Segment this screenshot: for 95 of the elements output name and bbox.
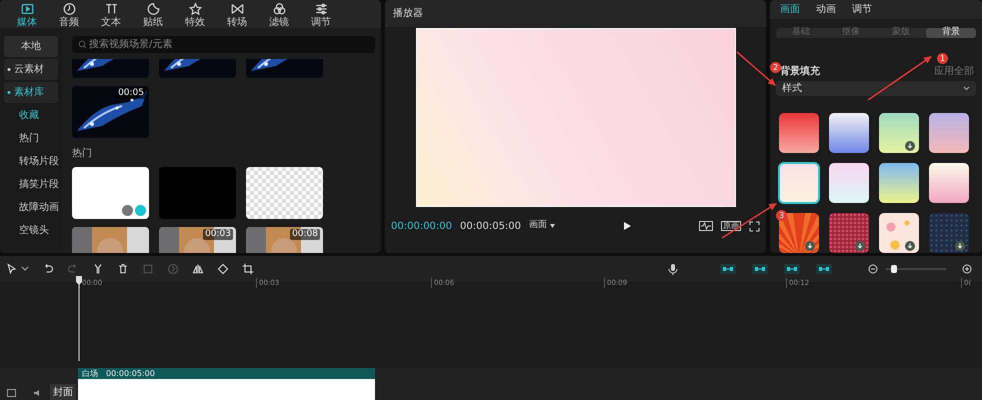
download-icon[interactable] xyxy=(905,241,915,251)
background-swatch[interactable] xyxy=(879,163,919,203)
circles-icon xyxy=(272,2,286,16)
media-tab[interactable]: 调节 xyxy=(302,0,340,28)
background-swatch[interactable] xyxy=(929,163,969,203)
caret-icon xyxy=(550,224,556,228)
sliders-icon xyxy=(314,2,328,16)
background-swatch[interactable] xyxy=(779,113,819,153)
section-title: 背景填充 xyxy=(780,64,820,79)
crop-icon[interactable] xyxy=(242,263,254,275)
bowtie-icon xyxy=(230,2,244,16)
media-tab[interactable]: 滤镜 xyxy=(260,0,298,28)
media-tab[interactable]: 音频 xyxy=(50,0,88,28)
media-tab[interactable]: 特效 xyxy=(176,0,214,28)
cursor-icon[interactable] xyxy=(6,263,18,275)
sidebar-item[interactable]: 热门 xyxy=(4,128,58,149)
download-icon[interactable] xyxy=(855,241,865,251)
link-icon xyxy=(786,265,798,273)
background-swatch[interactable] xyxy=(879,213,919,253)
trash-icon[interactable] xyxy=(117,263,129,275)
transparent-clip[interactable] xyxy=(246,167,323,219)
clip-name: 白场 xyxy=(82,368,98,380)
waveform-button[interactable] xyxy=(699,221,713,231)
speaker-icon[interactable] xyxy=(33,389,42,397)
annotation-arrow xyxy=(736,51,776,86)
background-swatch[interactable] xyxy=(829,213,869,253)
clip-duration: 00:00:05:00 xyxy=(106,368,155,380)
solid-clip[interactable] xyxy=(159,167,236,219)
download-icon[interactable] xyxy=(805,241,815,251)
annotation-arrow xyxy=(868,56,932,101)
annotation-arrow xyxy=(722,203,777,239)
solid-clip[interactable] xyxy=(72,167,149,219)
media-tab[interactable]: 文本 xyxy=(92,0,130,28)
background-swatch[interactable] xyxy=(779,213,819,253)
inspector-tab[interactable]: 动画 xyxy=(816,2,836,17)
ratio-dropdown[interactable]: 画面 xyxy=(529,219,556,233)
link-icon xyxy=(722,265,734,273)
sidebar-item[interactable]: 素材库 xyxy=(4,82,58,103)
duration-label: 00:03 xyxy=(203,229,233,240)
background-swatch[interactable] xyxy=(929,113,969,153)
sidebar-item[interactable]: 转场片段 xyxy=(4,151,58,172)
zoom-out-icon[interactable] xyxy=(868,264,878,274)
microphone-icon[interactable] xyxy=(668,263,678,275)
link-toggle-button[interactable] xyxy=(752,264,768,274)
current-time: 00:00:00:00 xyxy=(391,220,452,234)
video-icon xyxy=(20,2,34,16)
section-heading: 热门 xyxy=(72,146,93,161)
link-toggle-button[interactable] xyxy=(720,264,736,274)
media-tab[interactable]: 媒体 xyxy=(8,0,46,28)
inspector-tab[interactable]: 画面 xyxy=(780,2,800,17)
sidebar-item[interactable]: 收藏 xyxy=(4,105,58,126)
playhead[interactable] xyxy=(75,275,83,361)
video-clip[interactable]: 白场 00:00:05:00 xyxy=(78,368,375,400)
text-icon xyxy=(104,2,118,16)
apply-all-link[interactable]: 应用全部 xyxy=(934,64,974,79)
sidebar-item[interactable]: 云素材 xyxy=(4,59,58,80)
search-field[interactable]: 搜索视频场景/元素 xyxy=(72,36,375,53)
link-toggle-button[interactable] xyxy=(784,264,800,274)
style-select[interactable]: 样式 xyxy=(776,81,976,96)
caret-icon[interactable] xyxy=(21,266,29,272)
total-time: 00:00:05:00 xyxy=(460,220,522,234)
chevron-icon xyxy=(963,86,970,91)
segment-tab[interactable]: 背景 xyxy=(926,28,976,38)
background-swatch[interactable] xyxy=(779,163,819,203)
clock-icon xyxy=(62,2,76,16)
sticker-icon xyxy=(146,2,160,16)
play-button[interactable] xyxy=(622,221,632,231)
sidebar-item[interactable]: 故障动画 xyxy=(4,197,58,218)
picture-track-icon[interactable] xyxy=(7,389,16,397)
sidebar-item[interactable]: 本地 xyxy=(4,36,58,57)
link-icon xyxy=(754,265,766,273)
inspector-tab[interactable]: 调节 xyxy=(852,2,872,17)
fullscreen-icon[interactable] xyxy=(749,220,760,232)
background-swatch[interactable] xyxy=(879,113,919,153)
background-swatch[interactable] xyxy=(829,163,869,203)
media-tab[interactable]: 转场 xyxy=(218,0,256,28)
background-swatch[interactable] xyxy=(829,113,869,153)
link-icon xyxy=(818,265,830,273)
media-tab[interactable]: 贴纸 xyxy=(134,0,172,28)
duration-label: 00:08 xyxy=(290,229,320,240)
cover-button[interactable]: 封面 xyxy=(50,384,76,400)
panel-title: 播放器 xyxy=(385,0,766,27)
download-icon[interactable] xyxy=(905,141,915,151)
mirror-icon[interactable] xyxy=(192,263,204,275)
sidebar-item[interactable]: 空镜头 xyxy=(4,220,58,241)
link-toggle-button[interactable] xyxy=(816,264,832,274)
zoom-slider[interactable] xyxy=(886,264,946,274)
sidebar-item[interactable]: 搞笑片段 xyxy=(4,174,58,195)
search-icon xyxy=(78,40,87,49)
star-icon xyxy=(188,2,202,16)
duration-label: 00:05 xyxy=(116,88,146,99)
slider-thumb[interactable] xyxy=(891,265,898,273)
zoom-in-icon[interactable] xyxy=(962,264,972,274)
download-icon[interactable] xyxy=(955,241,965,251)
background-swatch[interactable] xyxy=(929,213,969,253)
